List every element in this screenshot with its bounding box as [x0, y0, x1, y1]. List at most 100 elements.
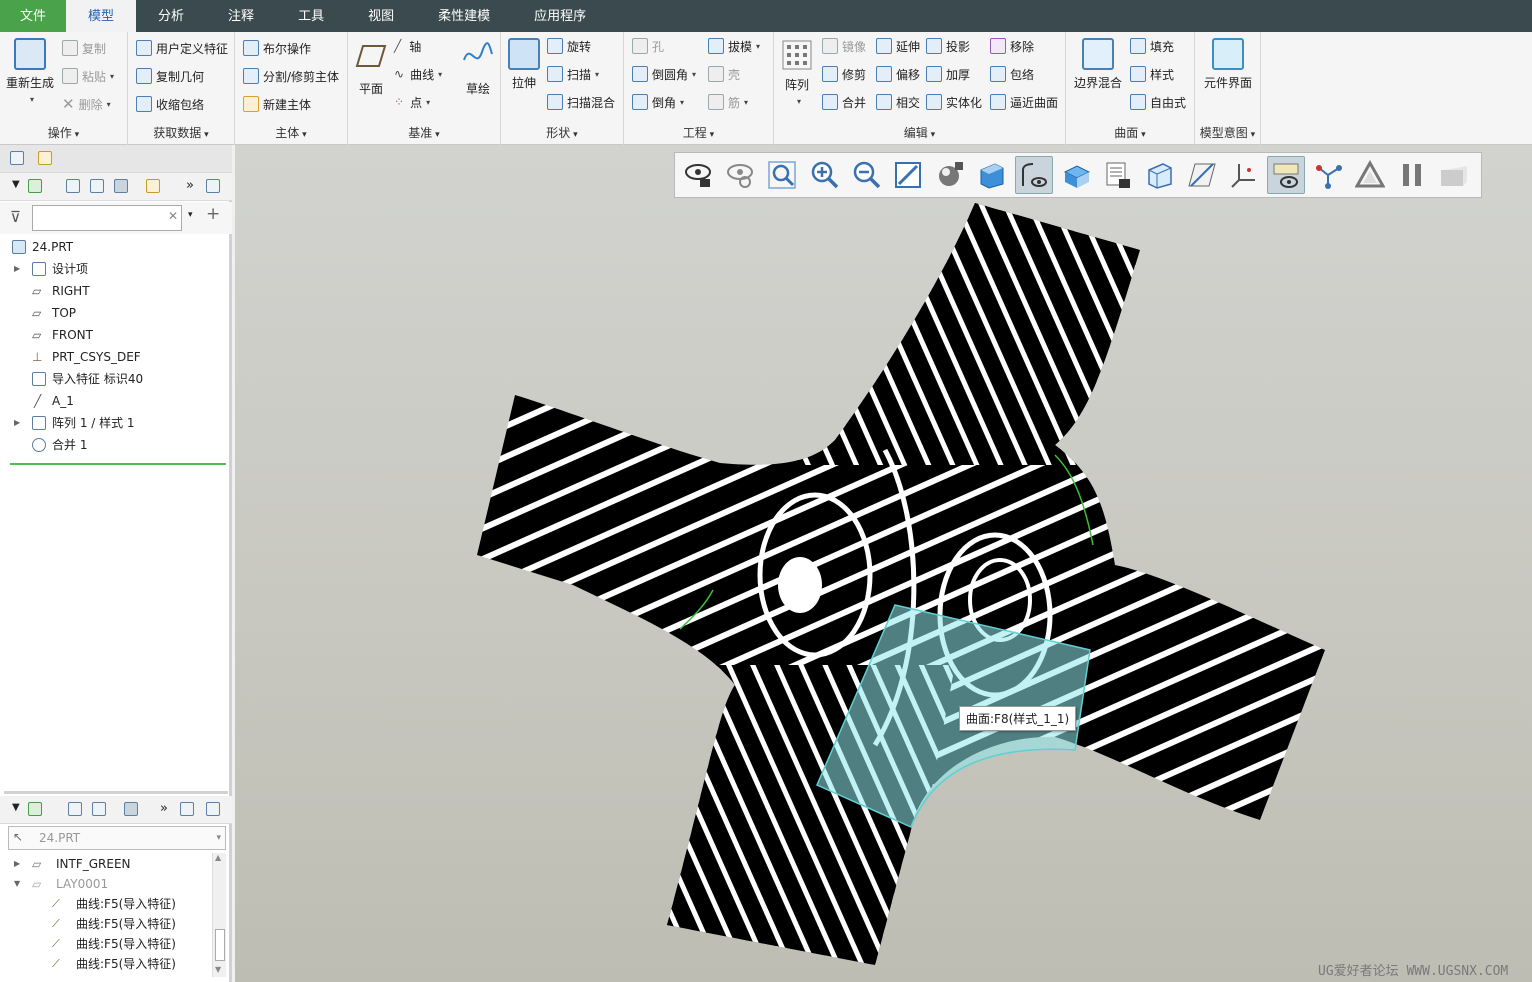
group-label-body[interactable]: 主体 — [235, 124, 347, 141]
expand-arrow-icon[interactable]: ▶ — [14, 258, 20, 280]
project-button[interactable]: 投影 — [926, 36, 970, 56]
tree-item-axis[interactable]: ╱ A_1 — [0, 390, 232, 412]
panel-splitter[interactable] — [4, 791, 228, 794]
group-label-datum[interactable]: 基准 — [348, 124, 500, 141]
zoom-in-button[interactable] — [805, 156, 843, 194]
copy-button[interactable]: 复制 — [62, 38, 106, 58]
tree-search-input[interactable] — [32, 205, 182, 231]
boolean-button[interactable]: 布尔操作 — [243, 38, 311, 58]
curve-button[interactable]: ∿ 曲线 ▾ — [394, 64, 442, 84]
scrollbar-thumb[interactable] — [215, 929, 225, 961]
freestyle-button[interactable]: 自由式 — [1130, 92, 1186, 112]
layer-intf-green[interactable]: ▶ ▱ INTF_GREEN — [0, 853, 212, 875]
fill-button[interactable]: 填充 — [1130, 36, 1174, 56]
approximate-surface-button[interactable]: 逼近曲面 — [990, 92, 1058, 112]
section-button[interactable] — [1057, 156, 1095, 194]
paste-button[interactable]: 粘贴 ▾ — [62, 66, 114, 86]
group-label-surfaces[interactable]: 曲面 — [1066, 124, 1194, 141]
group-label-engineering[interactable]: 工程 — [624, 124, 773, 141]
solidify-button[interactable]: 实体化 — [926, 92, 982, 112]
layer-settings-icon[interactable] — [124, 802, 138, 816]
tree-settings-icon[interactable] — [114, 179, 128, 193]
extend-button[interactable]: 延伸 — [876, 36, 920, 56]
more-icon[interactable]: » — [160, 801, 168, 816]
layer-item-curve[interactable]: ⟋ 曲线:F5(导入特征) — [0, 913, 212, 935]
display-style-button[interactable] — [931, 156, 969, 194]
axis-button[interactable]: ╱ 轴 — [394, 36, 421, 56]
layer-item-curve[interactable]: ⟋ 曲线:F5(导入特征) — [0, 893, 212, 915]
tree-item-right-plane[interactable]: ▱ RIGHT — [0, 280, 232, 302]
tab-applications[interactable]: 应用程序 — [512, 0, 608, 32]
expand-arrow-icon[interactable]: ▶ — [14, 853, 20, 875]
refit-button[interactable] — [721, 156, 759, 194]
show-icon[interactable] — [206, 179, 220, 193]
sweep-button[interactable]: 扫描 ▾ — [547, 64, 599, 84]
tree-filters-icon[interactable] — [66, 179, 80, 193]
zebra-surface-model[interactable] — [235, 145, 1532, 982]
extrude-button[interactable]: 拉伸 — [507, 38, 541, 91]
scroll-down-icon[interactable]: ▼ — [215, 965, 221, 974]
group-label-operations[interactable]: 操作 — [0, 124, 127, 141]
group-label-shapes[interactable]: 形状 — [501, 124, 623, 141]
tab-tools[interactable]: 工具 — [276, 0, 346, 32]
intersect-button[interactable]: 相交 — [876, 92, 920, 112]
named-views-button[interactable] — [1015, 156, 1053, 194]
thicken-button[interactable]: 加厚 — [926, 64, 970, 84]
scroll-up-icon[interactable]: ▲ — [215, 853, 221, 862]
delete-button[interactable]: ✕ 删除 ▾ — [62, 94, 111, 114]
layer-tree-scrollbar[interactable]: ▲ ▼ — [212, 853, 226, 977]
tab-analysis[interactable]: 分析 — [136, 0, 206, 32]
swept-blend-button[interactable]: 扫描混合 — [547, 92, 615, 112]
search-options-icon[interactable]: ▾ — [188, 210, 193, 220]
manage-views-button[interactable] — [1099, 156, 1137, 194]
tree-item-pattern[interactable]: ▶ 阵列 1 / 样式 1 — [0, 412, 232, 434]
shell-button[interactable]: 壳 — [708, 64, 740, 84]
tab-model[interactable]: 模型 — [66, 0, 137, 32]
graphics-window[interactable] — [235, 145, 1532, 982]
offset-button[interactable]: 偏移 — [876, 64, 920, 84]
tab-file[interactable]: 文件 — [0, 0, 67, 32]
tab-annotate[interactable]: 注释 — [206, 0, 276, 32]
group-label-editing[interactable]: 编辑 — [774, 124, 1065, 141]
spin-center-button[interactable] — [1309, 156, 1347, 194]
appearance-button[interactable] — [1351, 156, 1389, 194]
revolve-button[interactable]: 旋转 — [547, 36, 591, 56]
collapse-arrow-icon[interactable]: ▼ — [14, 873, 20, 895]
remove-button[interactable]: 移除 — [990, 36, 1034, 56]
trim-button[interactable]: 修剪 — [822, 64, 866, 84]
model-tree-icon[interactable] — [28, 179, 42, 193]
plane-button[interactable]: 平面 — [354, 40, 388, 97]
draft-button[interactable]: 拔模 ▾ — [708, 36, 760, 56]
tree-item-design-items[interactable]: ▶ 设计项 — [0, 258, 232, 280]
sketch-button[interactable]: 草绘 — [460, 40, 496, 97]
expand-arrow-icon[interactable]: ▶ — [14, 412, 20, 434]
tree-item-merge[interactable]: 合并 1 — [0, 434, 232, 456]
tree-columns-icon[interactable] — [90, 179, 104, 193]
rib-button[interactable]: 筋 ▾ — [708, 92, 748, 112]
clear-search-icon[interactable]: ✕ — [168, 209, 178, 223]
split-trim-body-button[interactable]: 分割/修剪主体 — [243, 66, 339, 86]
repaint-button[interactable] — [889, 156, 927, 194]
plane-display-button[interactable] — [1183, 156, 1221, 194]
model-tree-tab-icon[interactable] — [10, 151, 24, 165]
cosmetic-display-button[interactable] — [1435, 156, 1473, 194]
tree-columns-icon[interactable] — [92, 802, 106, 816]
copy-geometry-button[interactable]: 复制几何 — [136, 66, 204, 86]
tree-item-csys[interactable]: ⊥ PRT_CSYS_DEF — [0, 346, 232, 368]
hole-button[interactable]: 孔 — [632, 36, 664, 56]
regenerate-button[interactable]: 重新生成 ▾ — [4, 38, 56, 105]
show-icon[interactable] — [206, 802, 220, 816]
group-label-get-data[interactable]: 获取数据 — [128, 124, 234, 141]
tab-view[interactable]: 视图 — [346, 0, 416, 32]
boundary-blend-button[interactable]: 边界混合 — [1070, 38, 1126, 91]
point-button[interactable]: ⁘ 点 ▾ — [394, 92, 430, 112]
expand-caret-icon[interactable]: ▼ — [12, 802, 20, 813]
filter-icon[interactable]: ⊽ — [10, 208, 21, 226]
layer-lay0001[interactable]: ▼ ▱ LAY0001 — [0, 873, 212, 895]
orientation-button[interactable] — [1141, 156, 1179, 194]
component-interface-button[interactable]: 元件界面 — [1199, 38, 1257, 91]
tree-item-part[interactable]: 24.PRT — [0, 236, 232, 258]
style-button[interactable]: 样式 — [1130, 64, 1174, 84]
tree-item-import-feature[interactable]: 导入特征 标识40 — [0, 368, 232, 390]
shrinkwrap-button[interactable]: 收缩包络 — [136, 94, 204, 114]
